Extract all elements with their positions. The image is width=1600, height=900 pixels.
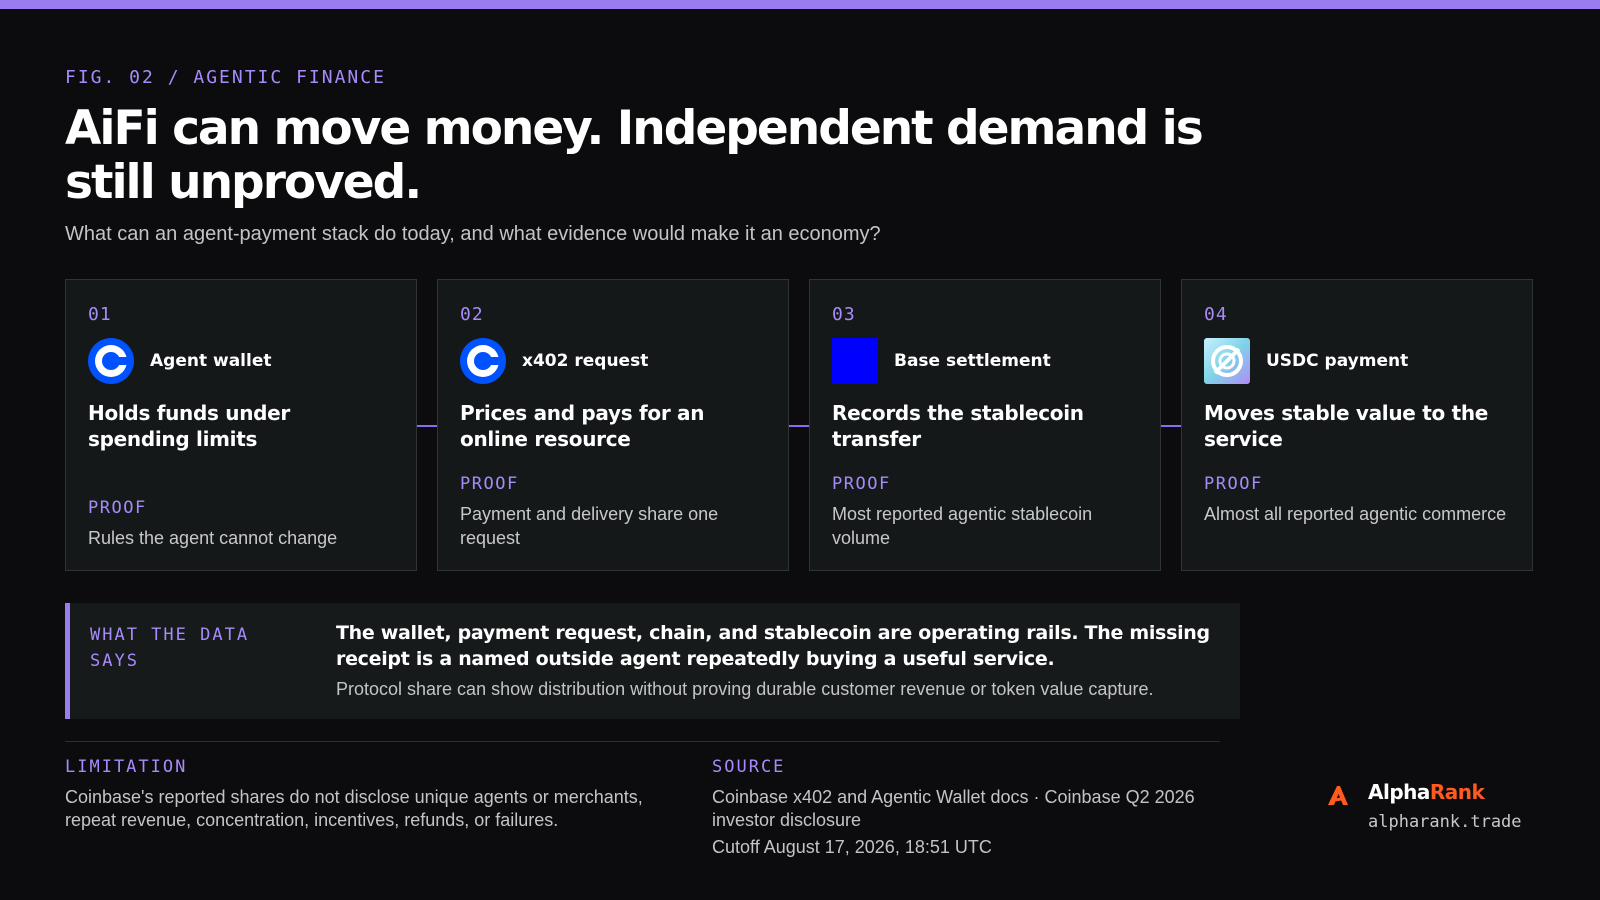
card-proof: Most reported agentic stablecoin volume	[832, 504, 1093, 548]
base-icon	[832, 338, 878, 384]
stack-card-usdc-payment: 04 USDC payment Moves stable value to th…	[1181, 279, 1533, 571]
limitation-label: LIMITATION	[65, 757, 188, 777]
callout-headline: The wallet, payment request, chain, and …	[336, 622, 1210, 670]
card-claim: Holds funds under spending limits	[88, 401, 290, 451]
card-proof: Almost all reported agentic commerce	[1204, 504, 1507, 524]
card-label: Base settlement	[894, 351, 1051, 371]
card-claim: Moves stable value to the service	[1204, 401, 1489, 451]
brand-url: alpharank.trade	[1368, 812, 1522, 832]
source-label: SOURCE	[712, 757, 786, 777]
coinbase-icon	[460, 338, 506, 384]
card-connector	[417, 425, 437, 427]
card-number: 03	[832, 304, 856, 325]
coinbase-icon	[88, 338, 134, 384]
source-text: Coinbase x402 and Agentic Wallet docs · …	[712, 787, 1195, 830]
usdc-icon	[1204, 338, 1250, 384]
brand-name-alpha: Alpha	[1368, 780, 1430, 804]
stack-card-agent-wallet: 01 Agent wallet Holds funds under spendi…	[65, 279, 417, 571]
stack-card-x402-request: 02 x402 request Prices and pays for an o…	[437, 279, 789, 571]
footer-divider	[65, 741, 1220, 742]
card-proof-label: PROOF	[460, 474, 519, 494]
stack-card-base-settlement: 03 Base settlement Records the stablecoi…	[809, 279, 1161, 571]
top-accent-bar	[0, 0, 1600, 9]
card-proof-label: PROOF	[1204, 474, 1263, 494]
card-proof-label: PROOF	[88, 498, 147, 518]
card-connector	[789, 425, 809, 427]
callout-label: WHAT THE DATA SAYS	[90, 625, 250, 671]
card-label: Agent wallet	[150, 351, 272, 371]
card-proof: Rules the agent cannot change	[88, 528, 338, 548]
card-proof: Payment and delivery share one request	[460, 504, 719, 548]
card-number: 04	[1204, 304, 1228, 325]
brand-name-rank: Rank	[1429, 780, 1485, 804]
cutoff-text: Cutoff August 17, 2026, 18:51 UTC	[712, 837, 992, 857]
card-label: x402 request	[522, 351, 649, 371]
page-subtitle: What can an agent-payment stack do today…	[65, 223, 881, 245]
card-claim: Records the stablecoin transfer	[832, 401, 1084, 451]
card-claim: Prices and pays for an online resource	[460, 401, 705, 451]
card-number: 02	[460, 304, 484, 325]
callout-body: Protocol share can show distribution wit…	[336, 679, 1154, 699]
data-callout: WHAT THE DATA SAYS The wallet, payment r…	[65, 603, 1240, 719]
card-proof-label: PROOF	[832, 474, 891, 494]
card-label: USDC payment	[1266, 351, 1409, 371]
card-number: 01	[88, 304, 112, 325]
card-connector	[1161, 425, 1181, 427]
figure-eyebrow: FIG. 02 / AGENTIC FINANCE	[65, 67, 386, 88]
brand-name: AlphaRank	[1368, 780, 1485, 804]
alpharank-logo-icon	[1328, 786, 1348, 805]
limitation-text: Coinbase's reported shares do not disclo…	[65, 787, 643, 830]
page-title: AiFi can move money. Independent demand …	[65, 101, 1204, 210]
